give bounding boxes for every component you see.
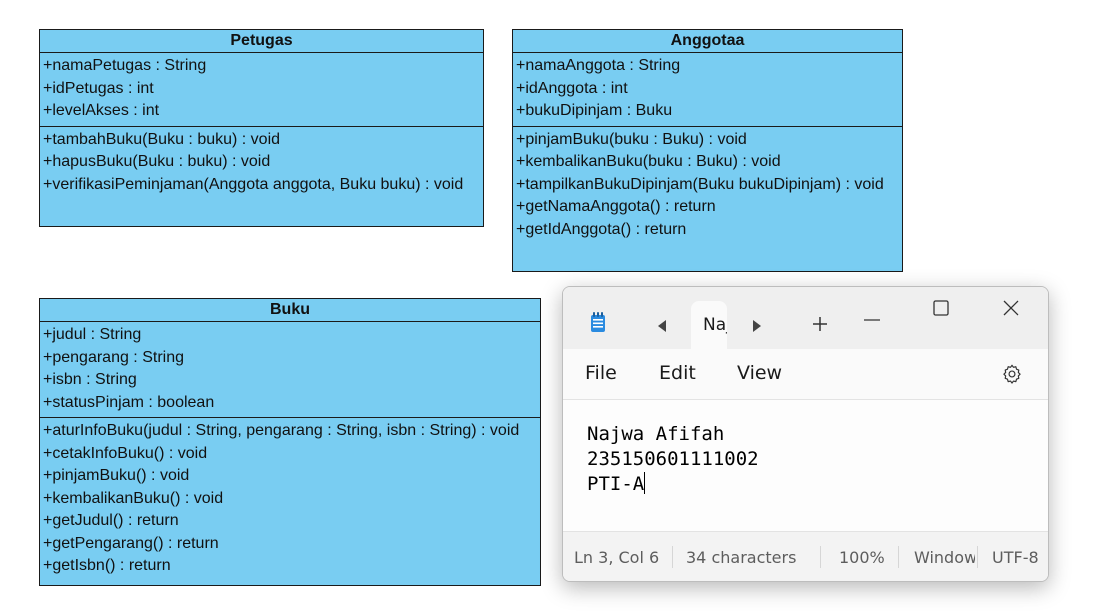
attribute: +statusPinjam : boolean — [43, 393, 215, 411]
method: +verifikasiPeminjaman(Anggota anggota, B… — [43, 175, 464, 193]
method: +tampilkanBukuDipinjam(Buku bukuDipinjam… — [516, 175, 884, 193]
title-bar[interactable]: Naj — [563, 287, 1048, 349]
method: +getIdAnggota() : return — [516, 220, 687, 238]
class-anggota: Anggotaa +namaAnggota : String +idAnggot… — [512, 29, 903, 272]
tab-scroll-right-icon[interactable] — [752, 317, 762, 336]
attribute: +idPetugas : int — [43, 79, 154, 97]
attribute: +levelAkses : int — [43, 102, 160, 119]
attribute: +bukuDipinjam : Buku — [516, 102, 673, 119]
notepad-app-icon — [590, 311, 606, 333]
class-anggota-methods: +pinjamBuku(buku : Buku) : void +kembali… — [513, 127, 902, 245]
text-editor[interactable]: Najwa Afifah 235150601111002 PTI-A — [563, 400, 1048, 531]
method: +hapusBuku(Buku : buku) : void — [43, 153, 271, 170]
editor-line: 235150601111002 — [587, 448, 759, 470]
method: +getIsbn() : return — [43, 557, 171, 574]
text-caret — [644, 472, 646, 494]
class-buku: Buku +judul : String +pengarang : String… — [39, 298, 541, 586]
class-buku-attributes: +judul : String +pengarang : String +isb… — [40, 322, 540, 418]
maximize-icon[interactable] — [933, 300, 949, 320]
method: +pinjamBuku() : void — [43, 467, 190, 484]
attribute: +namaAnggota : String — [516, 57, 681, 74]
new-tab-icon[interactable] — [812, 316, 828, 336]
status-line-ending[interactable]: Window — [914, 548, 975, 567]
editor-line: PTI-A — [587, 473, 645, 495]
status-divider — [820, 546, 821, 568]
attribute: +idAnggota : int — [516, 79, 628, 97]
method: +getJudul() : return — [43, 512, 179, 529]
status-divider — [977, 546, 978, 568]
class-anggota-title: Anggotaa — [513, 30, 902, 53]
attribute: +judul : String — [43, 326, 142, 343]
attribute: +namaPetugas : String — [43, 57, 207, 74]
class-buku-title: Buku — [40, 299, 540, 322]
class-petugas: Petugas +namaPetugas : String +idPetugas… — [39, 29, 484, 227]
method: +aturInfoBuku(judul : String, pengarang … — [43, 422, 520, 439]
tab-label: Naj — [703, 315, 727, 335]
tab-scroll-left-icon[interactable] — [657, 317, 667, 336]
editor-content: Najwa Afifah 235150601111002 PTI-A — [587, 422, 759, 497]
attribute: +pengarang : String — [43, 348, 184, 366]
class-petugas-attributes: +namaPetugas : String +idPetugas : int +… — [40, 53, 483, 127]
status-cursor-position: Ln 3, Col 6 — [574, 548, 660, 567]
class-petugas-methods: +tambahBuku(Buku : buku) : void +hapusBu… — [40, 127, 483, 200]
status-bar: Ln 3, Col 6 34 characters 100% Window UT… — [563, 531, 1048, 581]
method: +cetakInfoBuku() : void — [43, 444, 208, 462]
minimize-icon[interactable] — [863, 307, 881, 326]
settings-gear-icon[interactable] — [1001, 363, 1023, 389]
status-divider — [672, 546, 673, 568]
menu-bar: File Edit View — [563, 349, 1048, 400]
tab-document[interactable]: Naj — [691, 301, 727, 349]
notepad-window: Naj File Edit View Najwa Afifah2351506 — [562, 286, 1049, 582]
menu-file[interactable]: File — [585, 362, 617, 384]
attribute: +isbn : String — [43, 371, 137, 388]
method: +getNamaAnggota() : return — [516, 198, 716, 215]
status-encoding[interactable]: UTF-8 — [992, 548, 1039, 567]
method: +tambahBuku(Buku : buku) : void — [43, 130, 281, 148]
status-zoom[interactable]: 100% — [839, 548, 885, 567]
method: +getPengarang() : return — [43, 534, 219, 552]
class-buku-methods: +aturInfoBuku(judul : String, pengarang … — [40, 418, 540, 581]
class-anggota-attributes: +namaAnggota : String +idAnggota : int +… — [513, 53, 902, 127]
status-character-count: 34 characters — [686, 548, 797, 567]
close-icon[interactable] — [1003, 300, 1019, 320]
menu-edit[interactable]: Edit — [659, 362, 696, 384]
status-divider — [898, 546, 899, 568]
method: +pinjamBuku(buku : Buku) : void — [516, 130, 747, 148]
editor-line: Najwa Afifah — [587, 423, 725, 445]
method: +kembalikanBuku() : void — [43, 489, 224, 507]
method: +kembalikanBuku(buku : Buku) : void — [516, 153, 781, 170]
menu-view[interactable]: View — [737, 362, 782, 384]
class-petugas-title: Petugas — [40, 30, 483, 53]
